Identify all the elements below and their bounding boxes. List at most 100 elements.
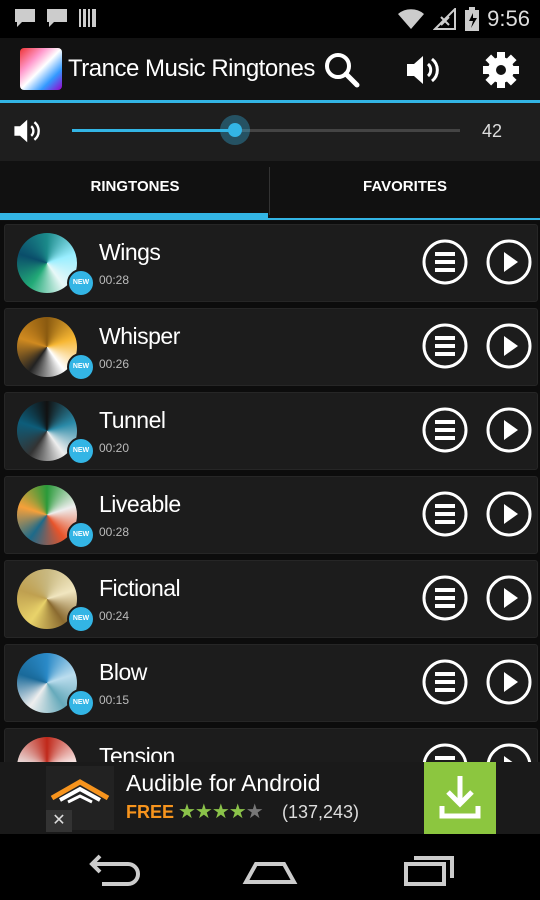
options-button[interactable] bbox=[422, 575, 468, 621]
ad-title: Audible for Android bbox=[126, 770, 321, 796]
menu-icon bbox=[422, 659, 468, 705]
ringtone-name: Tunnel bbox=[99, 407, 166, 433]
menu-icon bbox=[422, 575, 468, 621]
play-button[interactable] bbox=[486, 575, 532, 621]
ringtone-name: Whisper bbox=[99, 323, 180, 349]
options-button[interactable] bbox=[422, 407, 468, 453]
ringtone-duration: 00:28 bbox=[99, 273, 130, 287]
search-button[interactable] bbox=[322, 50, 362, 90]
options-button[interactable] bbox=[422, 323, 468, 369]
ringtone-artwork bbox=[17, 737, 77, 762]
list-item[interactable]: NEW Tunnel 00:20 bbox=[4, 392, 538, 470]
active-tab-indicator bbox=[0, 213, 268, 219]
wifi-icon bbox=[398, 9, 425, 29]
new-badge: NEW bbox=[67, 689, 95, 717]
play-button[interactable] bbox=[486, 323, 532, 369]
new-badge: NEW bbox=[67, 521, 95, 549]
volume-slider[interactable] bbox=[72, 115, 460, 145]
menu-icon bbox=[422, 491, 468, 537]
volume-slider-thumb[interactable] bbox=[219, 115, 250, 145]
ad-review-count: (137,243) bbox=[282, 802, 360, 822]
play-icon bbox=[486, 323, 532, 369]
list-item[interactable]: NEW Wings 00:28 bbox=[4, 224, 538, 302]
volume-bar: 42 bbox=[0, 100, 540, 161]
new-badge: NEW bbox=[67, 269, 95, 297]
play-icon bbox=[486, 575, 532, 621]
ringtone-name: Tension bbox=[99, 743, 175, 762]
play-icon bbox=[486, 659, 532, 705]
notification-icons bbox=[14, 8, 98, 28]
chat-notification-icon bbox=[47, 9, 67, 27]
ringtone-name: Liveable bbox=[99, 491, 181, 517]
home-button[interactable] bbox=[240, 848, 300, 888]
download-icon bbox=[439, 776, 481, 819]
volume-slider-fill bbox=[72, 129, 235, 132]
back-icon bbox=[89, 854, 140, 886]
play-button[interactable] bbox=[486, 239, 532, 285]
options-button[interactable] bbox=[422, 743, 468, 762]
home-icon bbox=[242, 862, 298, 884]
ad-download-button[interactable] bbox=[424, 762, 496, 834]
ringtone-duration: 00:15 bbox=[99, 693, 130, 707]
volume-value: 42 bbox=[482, 121, 503, 141]
app-bar: Trance Music Ringtones bbox=[0, 38, 540, 100]
options-button[interactable] bbox=[422, 659, 468, 705]
menu-icon bbox=[422, 239, 468, 285]
tab-bar: RINGTONES FAVORITES bbox=[0, 161, 540, 221]
play-button[interactable] bbox=[486, 743, 532, 762]
app-title: Trance Music Ringtones bbox=[68, 55, 315, 82]
tab-favorites[interactable]: FAVORITES bbox=[270, 161, 540, 221]
no-signal-icon bbox=[433, 8, 457, 30]
ad-close-button[interactable]: ✕ bbox=[46, 810, 72, 832]
ad-price: FREE bbox=[126, 802, 175, 822]
menu-icon bbox=[422, 323, 468, 369]
app-icon[interactable] bbox=[20, 48, 62, 90]
settings-button[interactable] bbox=[481, 50, 521, 90]
ringtone-name: Fictional bbox=[99, 575, 181, 601]
options-button[interactable] bbox=[422, 239, 468, 285]
search-icon bbox=[325, 53, 360, 88]
list-item[interactable]: NEW Blow 00:15 bbox=[4, 644, 538, 722]
ringtone-duration: 00:28 bbox=[99, 525, 130, 539]
audible-logo-icon bbox=[50, 779, 110, 804]
play-button[interactable] bbox=[486, 407, 532, 453]
system-navigation-bar bbox=[0, 834, 540, 900]
play-button[interactable] bbox=[486, 491, 532, 537]
ad-rating-stars: ★★★★★ bbox=[178, 801, 264, 823]
play-icon bbox=[486, 491, 532, 537]
play-button[interactable] bbox=[486, 659, 532, 705]
back-button[interactable] bbox=[84, 848, 144, 888]
ringtone-duration: 00:26 bbox=[99, 357, 130, 371]
gear-icon bbox=[483, 52, 519, 88]
recent-apps-button[interactable] bbox=[398, 848, 458, 888]
new-badge: NEW bbox=[67, 605, 95, 633]
new-badge: NEW bbox=[67, 437, 95, 465]
ringtone-duration: 00:20 bbox=[99, 441, 130, 455]
recent-apps-icon bbox=[404, 856, 454, 886]
speaker-icon bbox=[407, 56, 439, 84]
new-badge: NEW bbox=[67, 353, 95, 381]
barcode-notification-icon bbox=[79, 9, 96, 27]
ringtone-list[interactable]: NEW Wings 00:28 NEW Whisper 00:26 NEW Tu… bbox=[0, 221, 540, 762]
menu-icon bbox=[422, 743, 468, 762]
list-item[interactable]: NEW Whisper 00:26 bbox=[4, 308, 538, 386]
chat-notification-icon bbox=[15, 9, 35, 27]
volume-button[interactable] bbox=[404, 50, 444, 90]
ringtone-name: Wings bbox=[99, 239, 161, 265]
tab-ringtones[interactable]: RINGTONES bbox=[0, 161, 270, 221]
ringtone-name: Blow bbox=[99, 659, 147, 685]
play-icon bbox=[486, 407, 532, 453]
clock: 9:56 bbox=[487, 6, 530, 31]
menu-icon bbox=[422, 407, 468, 453]
list-item[interactable]: Tension bbox=[4, 728, 538, 762]
battery-icon bbox=[465, 7, 480, 31]
ringtone-duration: 00:24 bbox=[99, 609, 130, 623]
status-indicators: 9:56 bbox=[397, 6, 530, 32]
options-button[interactable] bbox=[422, 491, 468, 537]
ad-banner[interactable]: ✕ Audible for Android FREE ★★★★★ (137,24… bbox=[0, 762, 540, 834]
play-icon bbox=[486, 239, 532, 285]
list-item[interactable]: NEW Fictional 00:24 bbox=[4, 560, 538, 638]
play-icon bbox=[486, 743, 532, 762]
list-item[interactable]: NEW Liveable 00:28 bbox=[4, 476, 538, 554]
status-bar: 9:56 bbox=[0, 0, 540, 38]
